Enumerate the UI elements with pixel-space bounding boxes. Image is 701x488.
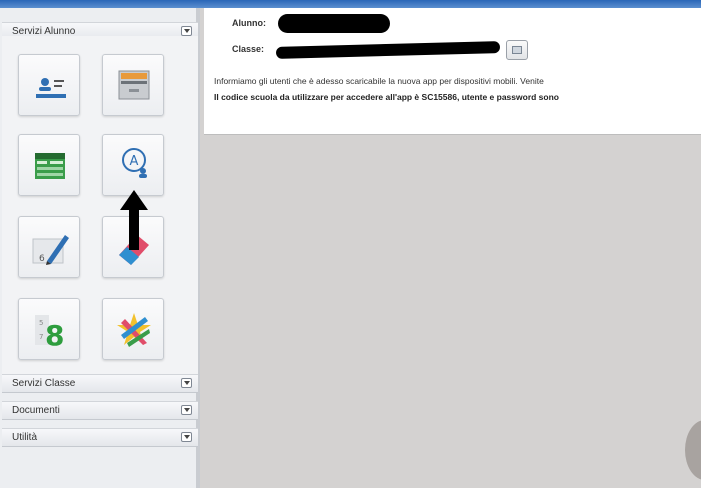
section-label: Servizi Classe (12, 378, 76, 389)
student-card-icon (36, 78, 66, 98)
section-label: Documenti (12, 405, 60, 416)
tile-activities[interactable] (102, 298, 164, 360)
tile-grades[interactable]: 6 (18, 216, 80, 278)
classe-label: Classe: (232, 44, 265, 54)
student-info-panel: Alunno: Classe: Informiamo gli utenti ch… (204, 8, 701, 135)
pencil-grades-icon: 6 (32, 235, 69, 265)
tile-absence[interactable]: A (102, 134, 164, 196)
section-servizi-classe[interactable]: Servizi Classe (2, 374, 198, 393)
sidebar: Servizi Alunno A 6 5 7 8 Servizi Classe … (0, 8, 200, 488)
redaction-mark (278, 14, 390, 33)
colorful-stars-icon (117, 313, 151, 347)
notice-line-2: Il codice scuola da utilizzare per acced… (214, 92, 559, 102)
alunno-label: Alunno: (232, 18, 266, 28)
collapse-icon[interactable] (181, 405, 192, 415)
collapse-icon[interactable] (181, 26, 192, 36)
tile-grid: A 6 5 7 8 (2, 36, 198, 380)
annotation-arrow (120, 190, 148, 250)
calendar-button[interactable] (506, 40, 528, 60)
svg-text:A: A (130, 154, 139, 169)
file-drawer-icon (118, 70, 150, 100)
section-utilita[interactable]: Utilità (2, 428, 198, 447)
main-content: Alunno: Classe: Informiamo gli utenti ch… (204, 8, 701, 488)
svg-text:8: 8 (45, 319, 64, 352)
svg-text:7: 7 (39, 333, 43, 341)
svg-text:5: 5 (39, 319, 43, 327)
schedule-table-icon (35, 153, 65, 179)
notice-line-1: Informiamo gli utenti che è adesso scari… (214, 76, 544, 86)
top-bar (0, 0, 701, 8)
tile-student-card[interactable] (18, 54, 80, 116)
collapse-icon[interactable] (181, 378, 192, 388)
redaction-mark (275, 41, 501, 59)
collapse-icon[interactable] (181, 432, 192, 442)
calendar-icon (512, 46, 522, 54)
section-label: Utilità (12, 432, 38, 443)
tile-file-drawer[interactable] (102, 54, 164, 116)
tile-schedule[interactable] (18, 134, 80, 196)
tile-votes[interactable]: 5 7 8 (18, 298, 80, 360)
number-eight-icon: 5 7 8 (35, 315, 64, 352)
section-documenti[interactable]: Documenti (2, 401, 198, 420)
svg-text:6: 6 (39, 254, 45, 264)
absence-user-icon: A (122, 148, 147, 178)
